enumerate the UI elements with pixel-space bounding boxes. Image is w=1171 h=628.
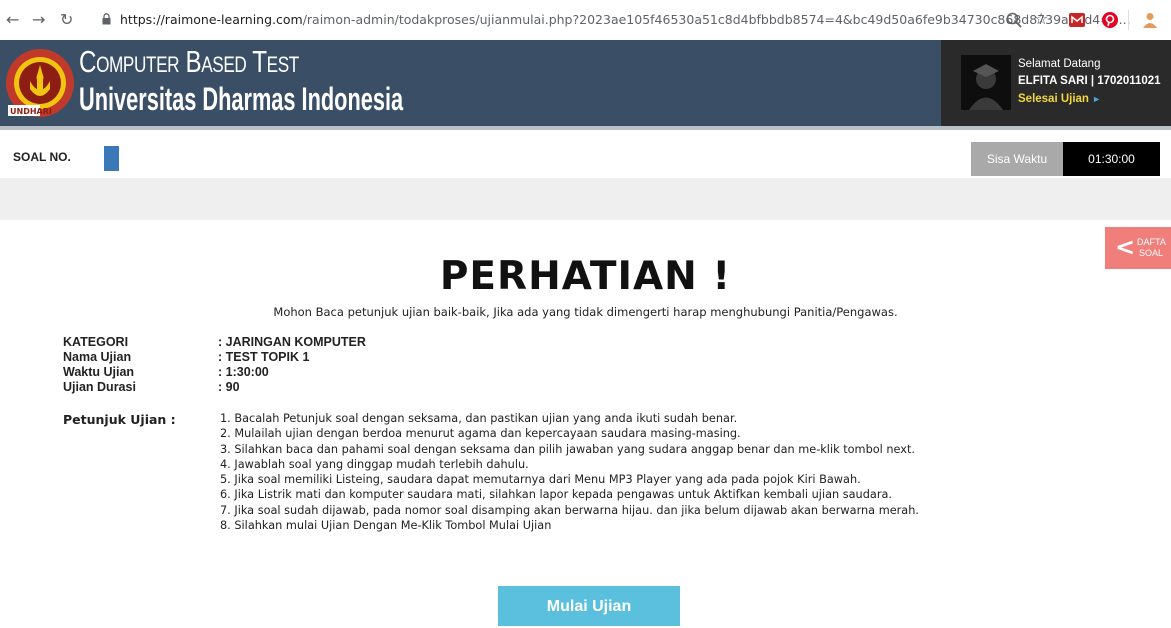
info-value-exam-name: : TEST TOPIK 1 (218, 350, 310, 364)
question-toolbar-band (0, 178, 1171, 220)
profile-avatar-icon[interactable] (1141, 11, 1159, 29)
start-exam-button[interactable]: Mulai Ujian (498, 586, 680, 626)
user-avatar (961, 55, 1011, 110)
list-item: 1. Bacalah Petunjuk soal dengan seksama,… (220, 412, 738, 425)
info-key-duration: Ujian Durasi (63, 380, 136, 394)
university-logo: UNDHARI (6, 49, 74, 117)
list-item: 2. Mulailah ujian dengan berdoa menurut … (220, 427, 741, 441)
list-item: 8. Silahkan mulai Ujian Dengan Me-Klik T… (220, 519, 552, 533)
list-item: 7. Jika soal sudah dijawab, pada nomor s… (220, 503, 919, 517)
zoom-icon[interactable] (1005, 11, 1023, 29)
reload-icon[interactable]: ↻ (60, 10, 73, 30)
address-bar[interactable]: https://raimone-learning.com/raimon-admi… (120, 12, 1131, 27)
question-number-box[interactable] (104, 146, 119, 171)
forward-arrow-icon[interactable]: → (32, 10, 45, 30)
finish-exam-link[interactable]: Selesai Ujian ► (1018, 93, 1101, 105)
info-key-exam-name: Nama Ujian (63, 350, 132, 364)
time-remaining-value: 01:30:00 (1063, 142, 1160, 176)
info-key-category: KATEGORI (63, 335, 129, 349)
page-heading: PERHATIAN ! (439, 254, 732, 299)
header-subtitle: Universitas Dharmas Indonesia (79, 81, 404, 117)
info-key-exam-time: Waktu Ujian (63, 365, 135, 379)
info-value-duration: : 90 (218, 380, 240, 394)
page-subheading: Mohon Baca petunjuk ujian baik-baik, Jik… (273, 305, 898, 319)
time-remaining-label: Sisa Waktu (971, 142, 1063, 176)
extension-pinterest-icon[interactable] (1101, 11, 1119, 29)
list-item: 5. Jika soal memiliki Listeing, saudara … (220, 473, 861, 487)
extension-mail-icon[interactable] (1068, 11, 1086, 29)
browser-toolbar: ← → ↻ https://raimone-learning.com/raimo… (0, 0, 1171, 40)
bookmark-star-icon[interactable]: ☆ (1034, 9, 1048, 29)
list-item: 3. Silahkan baca dan pahami soal dengan … (220, 442, 915, 456)
info-value-exam-time: : 1:30:00 (218, 365, 269, 379)
url-domain: https://raimone-learning.com (120, 12, 303, 27)
instructions-list: 1. Bacalah Petunjuk soal dengan seksama,… (220, 411, 919, 533)
lock-icon (102, 13, 111, 25)
finish-exam-label: Selesai Ujian (1018, 93, 1089, 105)
list-item: 4. Jawablah soal yang dinggap mudah terl… (220, 457, 529, 471)
info-value-category: : JARINGAN KOMPUTER (218, 335, 366, 349)
list-item: 6. Jika Listrik mati dan komputer saudar… (220, 488, 892, 502)
instructions-label: Petunjuk Ujian : (63, 412, 176, 427)
welcome-text: Selamat Datang (1018, 58, 1101, 70)
logo-text-bottom: UNDHARI (10, 107, 52, 116)
back-arrow-icon[interactable]: ← (6, 10, 19, 30)
toolbar-divider (1128, 10, 1129, 30)
header-title: Computer Based Test (79, 44, 299, 79)
user-name-id: ELFITA SARI | 1702011021 (1018, 75, 1161, 87)
play-arrow-icon: ► (1092, 94, 1102, 104)
question-number-label: SOAL NO. (13, 150, 71, 164)
